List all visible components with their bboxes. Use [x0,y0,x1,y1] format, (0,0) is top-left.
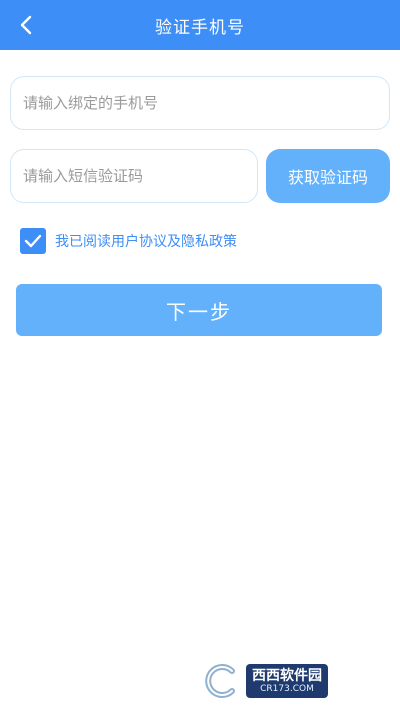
watermark-logo-icon [200,662,244,700]
agreement-link[interactable]: 我已阅读用户协议及隐私政策 [55,231,237,251]
back-button[interactable] [14,13,38,37]
phone-input[interactable] [10,76,390,130]
watermark: 西西软件园 CR173.COM [200,660,380,702]
chevron-left-icon [20,15,32,35]
sms-code-input[interactable] [10,149,258,203]
page-title: 验证手机号 [155,17,245,38]
agreement-checkbox[interactable] [20,228,46,254]
get-code-button[interactable]: 获取验证码 [266,149,390,203]
watermark-brand: 西西软件园 [252,667,322,684]
watermark-site: CR173.COM [260,683,314,694]
app-header: 验证手机号 [0,0,400,50]
agreement-row: 我已阅读用户协议及隐私政策 [20,227,237,255]
next-step-button[interactable]: 下一步 [16,284,382,336]
watermark-label: 西西软件园 CR173.COM [246,664,328,698]
checkmark-icon [24,234,42,248]
